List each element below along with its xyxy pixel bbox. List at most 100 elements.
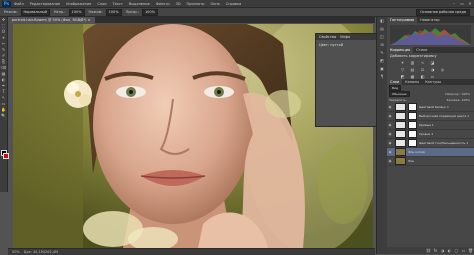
layer-mask-thumbnail xyxy=(408,130,417,138)
workspace-select[interactable]: Основная рабочая среда xyxy=(416,9,470,16)
dock-panel-icon[interactable]: ◩ xyxy=(377,57,387,65)
levels-icon[interactable]: ▥ xyxy=(409,60,416,65)
layer-thumbnail xyxy=(395,157,406,165)
background-color-swatch[interactable] xyxy=(3,153,9,159)
visibility-eye-icon[interactable]: ◉ xyxy=(387,150,393,154)
menu-item[interactable]: 3D xyxy=(176,2,181,6)
visibility-eye-icon[interactable]: ◉ xyxy=(387,123,393,127)
layer-row[interactable]: ◉ Цветовой тон/Насыщенность 1 xyxy=(387,139,474,148)
tab-styles[interactable]: Стили xyxy=(413,47,430,53)
visibility-eye-icon[interactable]: ◉ xyxy=(387,114,393,118)
layers-footer-icon[interactable]: ▢ xyxy=(453,248,460,253)
tab-properties[interactable]: Свойства xyxy=(319,35,336,39)
layers-footer-icon[interactable]: ⛓ xyxy=(425,248,432,253)
menu-item[interactable]: Фильтр xyxy=(156,2,170,6)
layers-footer-icon[interactable]: 🗑 xyxy=(467,248,474,253)
color-balance-icon[interactable]: ⚖ xyxy=(419,67,426,72)
layer-mask-thumbnail xyxy=(408,103,417,111)
layer-row[interactable]: ◉ Выборочная коррекция цвета 1 xyxy=(387,112,474,121)
layer-name: Фон xyxy=(408,159,415,163)
opacity-field[interactable]: 100% xyxy=(68,8,85,16)
visibility-eye-icon[interactable]: ◉ xyxy=(387,132,393,136)
pressure-field[interactable]: 100% xyxy=(105,8,122,16)
layer-mask-thumbnail xyxy=(408,112,417,120)
black-white-icon[interactable]: ◑ xyxy=(429,67,436,72)
layer-name: Уровни 1 xyxy=(419,132,434,136)
menu-items: Файл Редактирование Изображение Слои Текст Вы… xyxy=(14,2,247,6)
dock-panel-icon[interactable]: ⊞ xyxy=(377,41,387,49)
layer-list: ◉ Цветовой баланс 1 ◉ Выборочная коррекция … xyxy=(387,103,474,166)
menu-item[interactable]: Изображение xyxy=(66,2,91,6)
doc-info: Док: 44,1M/262,4M xyxy=(23,250,59,254)
dock-icon-strip: ◧ ▤ ◫ ⊞ ✎ ◩ ▣ ¶ xyxy=(376,17,387,254)
layer-fill[interactable]: Заливка: 100% xyxy=(446,98,470,102)
options-bar: Режим: Нормальный Непр.: 100% Нажим: 100… xyxy=(0,8,474,17)
dock-panel-icon[interactable]: ▣ xyxy=(377,65,387,73)
zoom-level[interactable]: 50% xyxy=(12,250,20,254)
layer-thumbnail xyxy=(395,112,406,120)
layers-footer-icon[interactable]: fx xyxy=(432,248,439,253)
dock-panel-icon[interactable]: ¶ xyxy=(377,73,387,81)
layers-footer-icon[interactable]: ▭ xyxy=(460,248,467,253)
maximize-icon[interactable]: ▭ xyxy=(458,0,466,7)
tool-icon[interactable]: 🔍 xyxy=(0,113,7,119)
pressure-label: Нажим: xyxy=(88,10,103,14)
histogram-graph xyxy=(390,25,471,45)
tab-channels[interactable]: Каналы xyxy=(402,79,422,85)
tab-histogram[interactable]: Гистограмма xyxy=(387,17,418,23)
dock-panel-icon[interactable]: ◫ xyxy=(377,33,387,41)
tab-adjustments[interactable]: Коррекция xyxy=(387,47,414,53)
properties-panel: Свойства Инфо Цвет: пустой xyxy=(315,33,377,127)
document-tab[interactable]: portrait-hair-flowers @ 50% (Фон, RGB/8*… xyxy=(8,17,95,23)
properties-body-text: Цвет: пустой xyxy=(319,43,344,47)
layer-row[interactable]: ◉ Фон копия xyxy=(387,148,474,157)
layers-footer-icon[interactable]: ◑ xyxy=(439,248,446,253)
menu-item[interactable]: Окно xyxy=(210,2,219,6)
tab-paths[interactable]: Контуры xyxy=(422,79,444,85)
histogram-chart xyxy=(390,28,471,45)
tab-info[interactable]: Инфо xyxy=(340,35,350,39)
layer-thumbnail xyxy=(395,130,406,138)
visibility-eye-icon[interactable]: ◉ xyxy=(387,159,393,163)
tools-panel: ✣ ⬚ ʘ ⌖ ✂ ✎ ✐ ⎘ ⌫ ▦ ◐ ✒ T ↖ ▭ ✋ 🔍 xyxy=(0,17,8,192)
vibrance-icon[interactable]: ▽ xyxy=(399,67,406,72)
layer-row[interactable]: ◉ Уровни 1 xyxy=(387,130,474,139)
menu-item[interactable]: Текст xyxy=(113,2,123,6)
curves-icon[interactable]: ∿ xyxy=(419,60,426,65)
brightness-icon[interactable]: ☀ xyxy=(399,60,406,65)
menu-item[interactable]: Файл xyxy=(14,2,24,6)
mode-select[interactable]: Нормальный xyxy=(20,8,50,16)
layer-name: Выборочная коррекция цвета 1 xyxy=(419,114,470,118)
minimize-icon[interactable]: – xyxy=(450,0,458,7)
dock-panel-icon[interactable]: ◧ xyxy=(377,17,387,25)
dock-panel-icon[interactable]: ✎ xyxy=(377,49,387,57)
menu-item[interactable]: Просмотр xyxy=(187,2,205,6)
tab-navigator[interactable]: Навигатор xyxy=(417,17,443,23)
layer-name: Кривые 1 xyxy=(419,123,434,127)
blend-mode-select[interactable]: Обычные xyxy=(389,91,410,97)
layer-thumbnail xyxy=(395,139,406,147)
layer-thumbnail xyxy=(395,121,406,129)
menu-item[interactable]: Справка xyxy=(226,2,241,6)
layers-footer: ⛓ fx ◑ ◐ ▢ ▭ 🗑 xyxy=(387,247,474,254)
photo-filter-icon[interactable]: ◎ xyxy=(439,67,446,72)
menu-item[interactable]: Выделение xyxy=(129,2,150,6)
layers-footer-icon[interactable]: ◐ xyxy=(446,248,453,253)
layer-row[interactable]: ◉ Кривые 1 xyxy=(387,121,474,130)
right-dock: Гистограмма Навигатор Коррекция Стили До… xyxy=(387,17,474,254)
layer-row[interactable]: ◉ Фон xyxy=(387,157,474,166)
layer-mask-thumbnail xyxy=(408,121,417,129)
menu-item[interactable]: Слои xyxy=(97,2,106,6)
menu-item[interactable]: Редактирование xyxy=(30,2,61,6)
dock-panel-icon[interactable]: ▤ xyxy=(377,25,387,33)
opacity-label: Непр.: xyxy=(53,10,66,14)
layer-opacity[interactable]: Непрозр.: 100% xyxy=(445,92,470,96)
layer-row[interactable]: ◉ Цветовой баланс 1 xyxy=(387,103,474,112)
visibility-eye-icon[interactable]: ◉ xyxy=(387,105,393,109)
close-icon[interactable]: ✕ xyxy=(466,0,474,7)
exposure-icon[interactable]: ◪ xyxy=(429,60,436,65)
layer-name: Цветовой тон/Насыщенность 1 xyxy=(419,141,469,145)
visibility-eye-icon[interactable]: ◉ xyxy=(387,141,393,145)
flow-field[interactable]: 100% xyxy=(141,8,158,16)
hue-saturation-icon[interactable]: ▤ xyxy=(409,67,416,72)
